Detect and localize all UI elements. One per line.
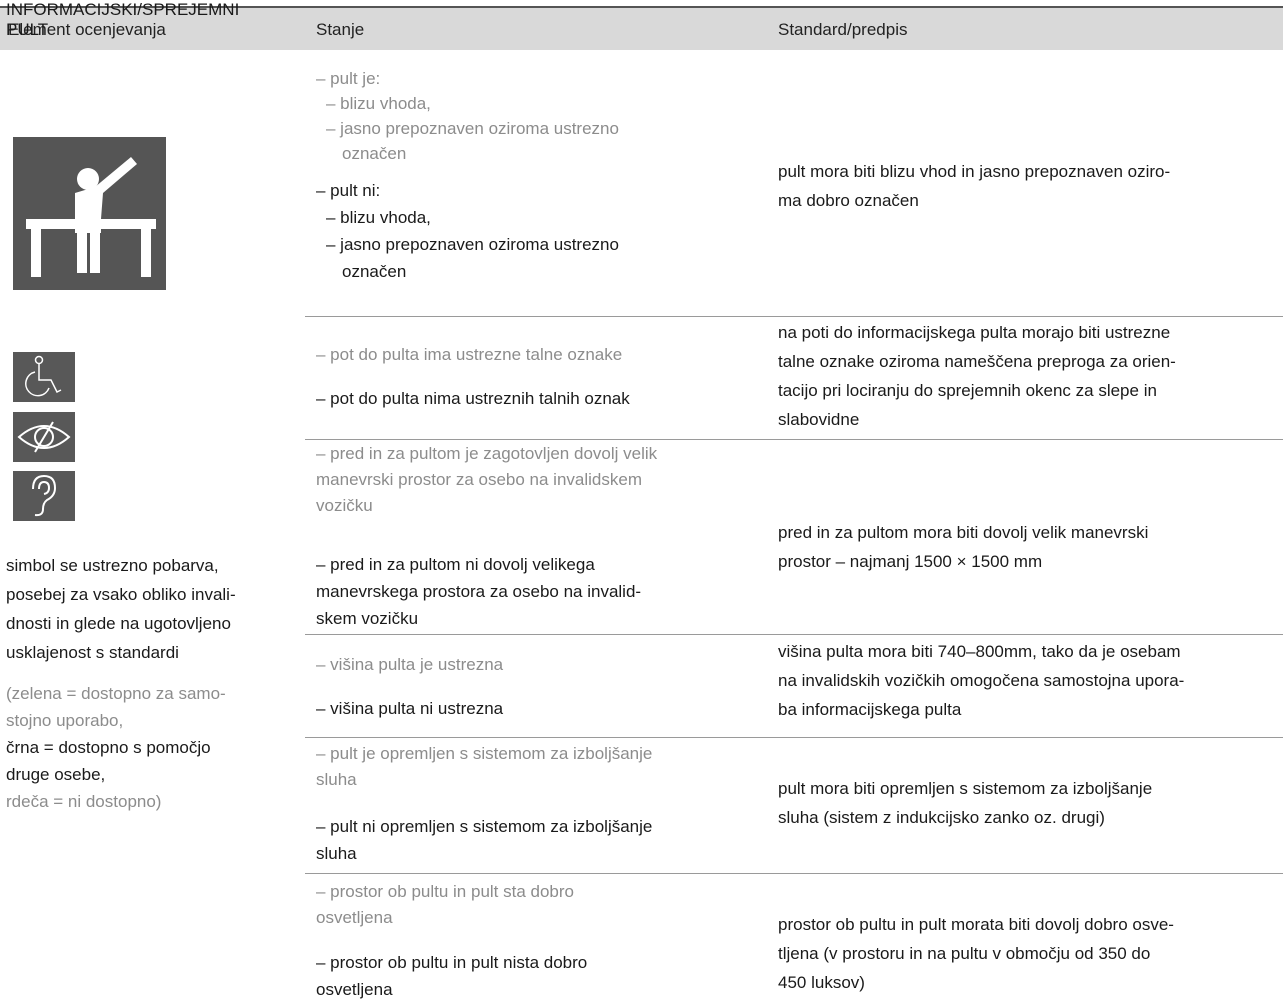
row-divider xyxy=(305,634,1283,635)
wheelchair-icon xyxy=(13,352,75,402)
legend-line-black: druge osebe, xyxy=(6,765,106,784)
state-line: – pult ni: xyxy=(316,181,381,200)
state-ok: – prostor ob pultu in pult sta dobro osv… xyxy=(316,879,574,931)
state-line: – višina pulta ni ustrezna xyxy=(316,699,504,718)
standard-line: pred in za pultom mora biti dovolj velik… xyxy=(778,523,1149,542)
state-line: – pred in za pultom je zagotovljen dovol… xyxy=(316,444,658,463)
state-line: – pred in za pultom ni dovolj velikega xyxy=(316,555,595,574)
state-line: sluha xyxy=(316,770,357,789)
state-line: – pult je opremljen s sistemom za izbolj… xyxy=(316,744,653,763)
note-line: dnosti in glede na ugotovljeno xyxy=(6,614,231,633)
state-line: – pot do pulta ima ustrezne talne oznake xyxy=(316,345,623,364)
standard-text: prostor ob pultu in pult morata biti dov… xyxy=(778,910,1278,997)
state-line: manevrski prostor za osebo na invalidske… xyxy=(316,470,642,489)
state-line: – pult je: xyxy=(316,69,381,88)
state-ok: – pot do pulta ima ustrezne talne oznake xyxy=(316,342,622,367)
standard-line: slabovidne xyxy=(778,410,860,429)
note-line: posebej za vsako obliko invali- xyxy=(6,585,236,604)
legend-line-green: stojno uporabo, xyxy=(6,711,124,730)
note-line: simbol se ustrezno pobarva, xyxy=(6,556,219,575)
state-not-ok: – pot do pulta nima ustreznih talnih ozn… xyxy=(316,386,630,411)
state-line: manevrskega prostora za osebo na invalid… xyxy=(316,582,642,601)
row-divider xyxy=(305,439,1283,440)
state-line: – prostor ob pultu in pult nista dobro xyxy=(316,953,588,972)
standard-line: sluha (sistem z indukcijsko zanko oz. dr… xyxy=(778,808,1105,827)
header-standard: Standard/predpis xyxy=(778,20,908,39)
state-line: – jasno prepoznaven oziroma ustrezno xyxy=(326,119,619,138)
standard-text: pult mora biti blizu vhod in jasno prepo… xyxy=(778,157,1278,215)
legend-line-green: (zelena = dostopno za samo- xyxy=(6,684,226,703)
state-line: vozičku xyxy=(316,496,373,515)
standard-line: ma dobro označen xyxy=(778,191,919,210)
standard-line: na invalidskih vozičkih omogočena samost… xyxy=(778,671,1185,690)
standard-text: pred in za pultom mora biti dovolj velik… xyxy=(778,518,1278,576)
legend-line-red: rdeča = ni dostopno) xyxy=(6,792,162,811)
state-ok: – pred in za pultom je zagotovljen dovol… xyxy=(316,441,657,519)
standard-line: prostor – najmanj 1500 × 1500 mm xyxy=(778,552,1043,571)
state-ok: – pult je opremljen s sistemom za izbolj… xyxy=(316,741,652,793)
state-line: – višina pulta je ustrezna xyxy=(316,655,504,674)
state-not-ok: – višina pulta ni ustrezna xyxy=(316,696,503,721)
eye-icon xyxy=(13,412,75,462)
state-line: – blizu vhoda, xyxy=(326,94,431,113)
state-line: sluha xyxy=(316,844,357,863)
standard-text: pult mora biti opremljen s sistemom za i… xyxy=(778,774,1278,832)
state-line: označen xyxy=(342,144,407,163)
state-line: – jasno prepoznaven oziroma ustrezno xyxy=(326,235,619,254)
state-line: – pot do pulta nima ustreznih talnih ozn… xyxy=(316,389,630,408)
state-line: osvetljena xyxy=(316,980,393,999)
legend-line-black: črna = dostopno s pomočjo xyxy=(6,738,211,757)
standard-line: prostor ob pultu in pult morata biti dov… xyxy=(778,915,1174,934)
symbol-note: simbol se ustrezno pobarva, posebej za v… xyxy=(6,551,236,667)
standard-line: tljena (v prostoru in na pultu v območju… xyxy=(778,944,1151,963)
section-title-line: INFORMACIJSKI/SPREJEMNI xyxy=(6,0,240,19)
standard-text: na poti do informacijskega pulta morajo … xyxy=(778,318,1278,434)
standard-line: na poti do informacijskega pulta morajo … xyxy=(778,323,1171,342)
state-ok: – pult je: – blizu vhoda, – jasno prepoz… xyxy=(316,66,619,166)
standard-line: pult mora biti blizu vhod in jasno prepo… xyxy=(778,162,1171,181)
standard-line: tacijo pri lociranju do sprejemnih okenc… xyxy=(778,381,1157,400)
standard-line: ba informacijskega pulta xyxy=(778,700,962,719)
header-state: Stanje xyxy=(316,20,365,39)
standard-text: višina pulta mora biti 740–800mm, tako d… xyxy=(778,637,1278,724)
standard-line: 450 luksov) xyxy=(778,973,865,992)
reception-desk-icon xyxy=(13,137,166,290)
state-ok: – višina pulta je ustrezna xyxy=(316,652,503,677)
state-line: – pult ni opremljen s sistemom za izbolj… xyxy=(316,817,653,836)
state-line: – prostor ob pultu in pult sta dobro xyxy=(316,882,574,901)
standard-line: pult mora biti opremljen s sistemom za i… xyxy=(778,779,1153,798)
row-divider xyxy=(305,316,1283,317)
row-divider xyxy=(305,873,1283,874)
state-not-ok: – prostor ob pultu in pult nista dobro o… xyxy=(316,949,587,1003)
row-divider xyxy=(305,737,1283,738)
state-not-ok: – pred in za pultom ni dovolj velikega m… xyxy=(316,551,641,632)
state-line: označen xyxy=(342,262,407,281)
note-line: usklajenost s standardi xyxy=(6,643,179,662)
state-not-ok: – pult ni opremljen s sistemom za izbolj… xyxy=(316,813,652,867)
state-line: – blizu vhoda, xyxy=(326,208,431,227)
color-legend: (zelena = dostopno za samo- stojno upora… xyxy=(6,680,226,815)
section-title: INFORMACIJSKI/SPREJEMNI PULT xyxy=(6,0,276,40)
state-not-ok: – pult ni: – blizu vhoda, – jasno prepoz… xyxy=(316,177,619,285)
standard-line: talne oznake oziroma nameščena preproga … xyxy=(778,352,1176,371)
state-line: osvetljena xyxy=(316,908,393,927)
ear-icon xyxy=(13,471,75,521)
section-title-line: PULT xyxy=(6,20,49,39)
state-line: skem vozičku xyxy=(316,609,419,628)
standard-line: višina pulta mora biti 740–800mm, tako d… xyxy=(778,642,1181,661)
